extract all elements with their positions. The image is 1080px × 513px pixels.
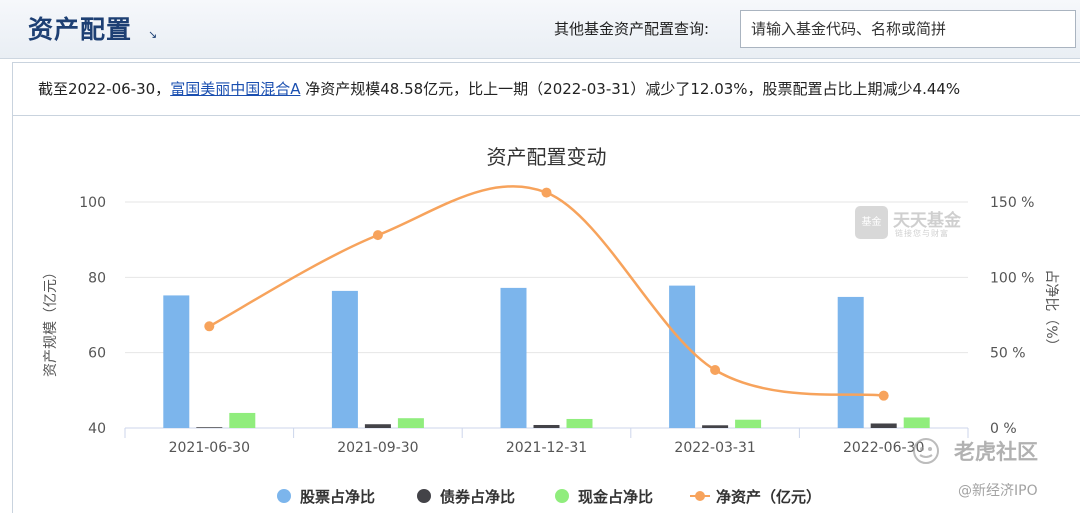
y-tick-label-left: 60 [88, 346, 106, 362]
bar-1 [163, 295, 190, 428]
bar-2 [196, 427, 223, 428]
net-assets-point [710, 364, 721, 375]
x-tick-label: 2021-12-31 [506, 440, 587, 456]
bar-3 [735, 419, 762, 428]
net-assets-point [372, 230, 383, 241]
tiger-logo-icon [913, 438, 939, 464]
bar-3 [566, 418, 593, 428]
y-tick-label-left: 100 [79, 195, 106, 211]
legend-item[interactable]: 债券占净比 [440, 488, 515, 506]
x-tick-label: 2021-06-30 [169, 440, 250, 456]
bar-1 [331, 290, 358, 428]
bar-2 [702, 425, 729, 428]
legend-marker [695, 491, 705, 501]
legend-marker [277, 489, 291, 503]
y-tick-label-left: 40 [88, 421, 106, 437]
bar-1 [837, 296, 864, 428]
bar-3 [229, 412, 256, 428]
tiger-watermark: 老虎社区 [910, 436, 1070, 466]
tiantian-slogan: 链接您与财富 [895, 229, 949, 238]
x-tick-label: 2022-03-31 [674, 440, 755, 456]
net-assets-line [208, 185, 884, 397]
bar-3 [397, 418, 424, 428]
bar-2 [870, 423, 897, 428]
legend-marker [555, 489, 569, 503]
bar-3 [903, 417, 930, 428]
net-assets-point [204, 321, 215, 332]
bar-1 [669, 285, 696, 428]
y-tick-label-left: 80 [88, 270, 106, 286]
legend-marker [417, 489, 431, 503]
y-tick-label-right: 150 % [990, 195, 1034, 211]
tiger-community-text: 老虎社区 [954, 440, 1038, 464]
tiantian-logo-icon: 基金 [855, 206, 888, 239]
legend-item[interactable]: 净资产（亿元） [716, 488, 821, 506]
net-assets-point [878, 390, 889, 401]
bar-1 [500, 287, 527, 428]
y-tick-label-right: 50 % [990, 346, 1026, 362]
x-tick-label: 2021-09-30 [337, 440, 418, 456]
y-axis-label-left: 资产规模（亿元） [43, 265, 59, 377]
net-assets-point [541, 187, 552, 198]
bar-2 [533, 424, 560, 428]
bar-2 [364, 424, 391, 428]
y-tick-label-right: 100 % [990, 270, 1034, 286]
author-watermark: @新经济IPO [958, 483, 1038, 499]
chart-title: 资产配置变动 [487, 145, 607, 169]
legend-item[interactable]: 股票占净比 [300, 488, 375, 506]
tiantian-watermark: 基金 天天基金 链接您与财富 [855, 206, 971, 240]
y-tick-label-right: 0 % [990, 421, 1017, 437]
y-axis-label-right: 占净比（%） [1043, 269, 1059, 353]
legend-item[interactable]: 现金占净比 [578, 488, 653, 506]
